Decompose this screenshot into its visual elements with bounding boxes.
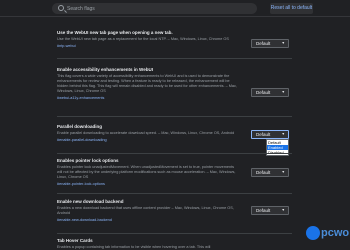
flag-link[interactable]: #enable-new-download-backend bbox=[57, 218, 292, 223]
flag-title: Enable accessibility enhancements in Web… bbox=[57, 67, 153, 72]
flag-link[interactable]: #enable-pointer-lock-options bbox=[57, 182, 292, 187]
divider bbox=[57, 58, 292, 59]
flag-title: Tab Hover Cards bbox=[57, 238, 93, 243]
flag-tab-hover-cards: Tab Hover Cards Enables a popup containi… bbox=[57, 238, 292, 250]
divider bbox=[57, 116, 292, 117]
flag-title: Enable new download backend bbox=[57, 199, 124, 204]
flag-description: Enable parallel downloading to accelerat… bbox=[57, 131, 235, 135]
pcworld-logo: pcwo bbox=[306, 224, 350, 244]
logo-text: pcwo bbox=[321, 227, 350, 239]
flag-select[interactable]: Default ▼ bbox=[251, 206, 289, 215]
search-input[interactable] bbox=[67, 4, 247, 13]
divider bbox=[57, 153, 292, 154]
select-value: Default bbox=[256, 41, 271, 46]
divider bbox=[57, 233, 292, 234]
select-value: Default bbox=[256, 208, 271, 213]
flag-description: This flag covers a wide variety of acces… bbox=[57, 74, 237, 93]
chevron-down-icon: ▼ bbox=[281, 132, 285, 136]
flag-select[interactable]: Default ▼ bbox=[251, 130, 289, 139]
flag-title: Enables pointer lock options bbox=[57, 158, 119, 163]
flag-description: Enables a new download backend that uses… bbox=[57, 206, 234, 215]
flag-title: Use the WebUI new tab page when opening … bbox=[57, 30, 173, 35]
search-box[interactable] bbox=[52, 3, 257, 14]
flag-select[interactable]: Default ▼ bbox=[251, 168, 289, 177]
chevron-down-icon: ▼ bbox=[281, 208, 285, 212]
divider bbox=[57, 193, 292, 194]
flag-select[interactable]: Default ▼ bbox=[251, 88, 289, 97]
top-bar: Reset all to default bbox=[0, 0, 350, 17]
select-value: Default bbox=[256, 132, 271, 137]
flag-description: Enables a popup containing tab informati… bbox=[57, 245, 211, 249]
select-value: Default bbox=[256, 170, 271, 175]
search-icon bbox=[58, 5, 64, 11]
reset-all-button[interactable]: Reset all to default bbox=[270, 3, 313, 14]
select-value: Default bbox=[256, 90, 271, 95]
chevron-down-icon: ▼ bbox=[281, 170, 285, 174]
chevron-down-icon: ▼ bbox=[281, 41, 285, 45]
flag-select[interactable]: Default ▼ bbox=[251, 39, 289, 48]
flag-description: Enables pointer lock unadjustedMovement.… bbox=[57, 165, 236, 179]
logo-mark-icon bbox=[306, 226, 320, 240]
flag-description: Use the WebUI new tab page as a replacem… bbox=[57, 37, 229, 41]
chevron-down-icon: ▼ bbox=[281, 90, 285, 94]
